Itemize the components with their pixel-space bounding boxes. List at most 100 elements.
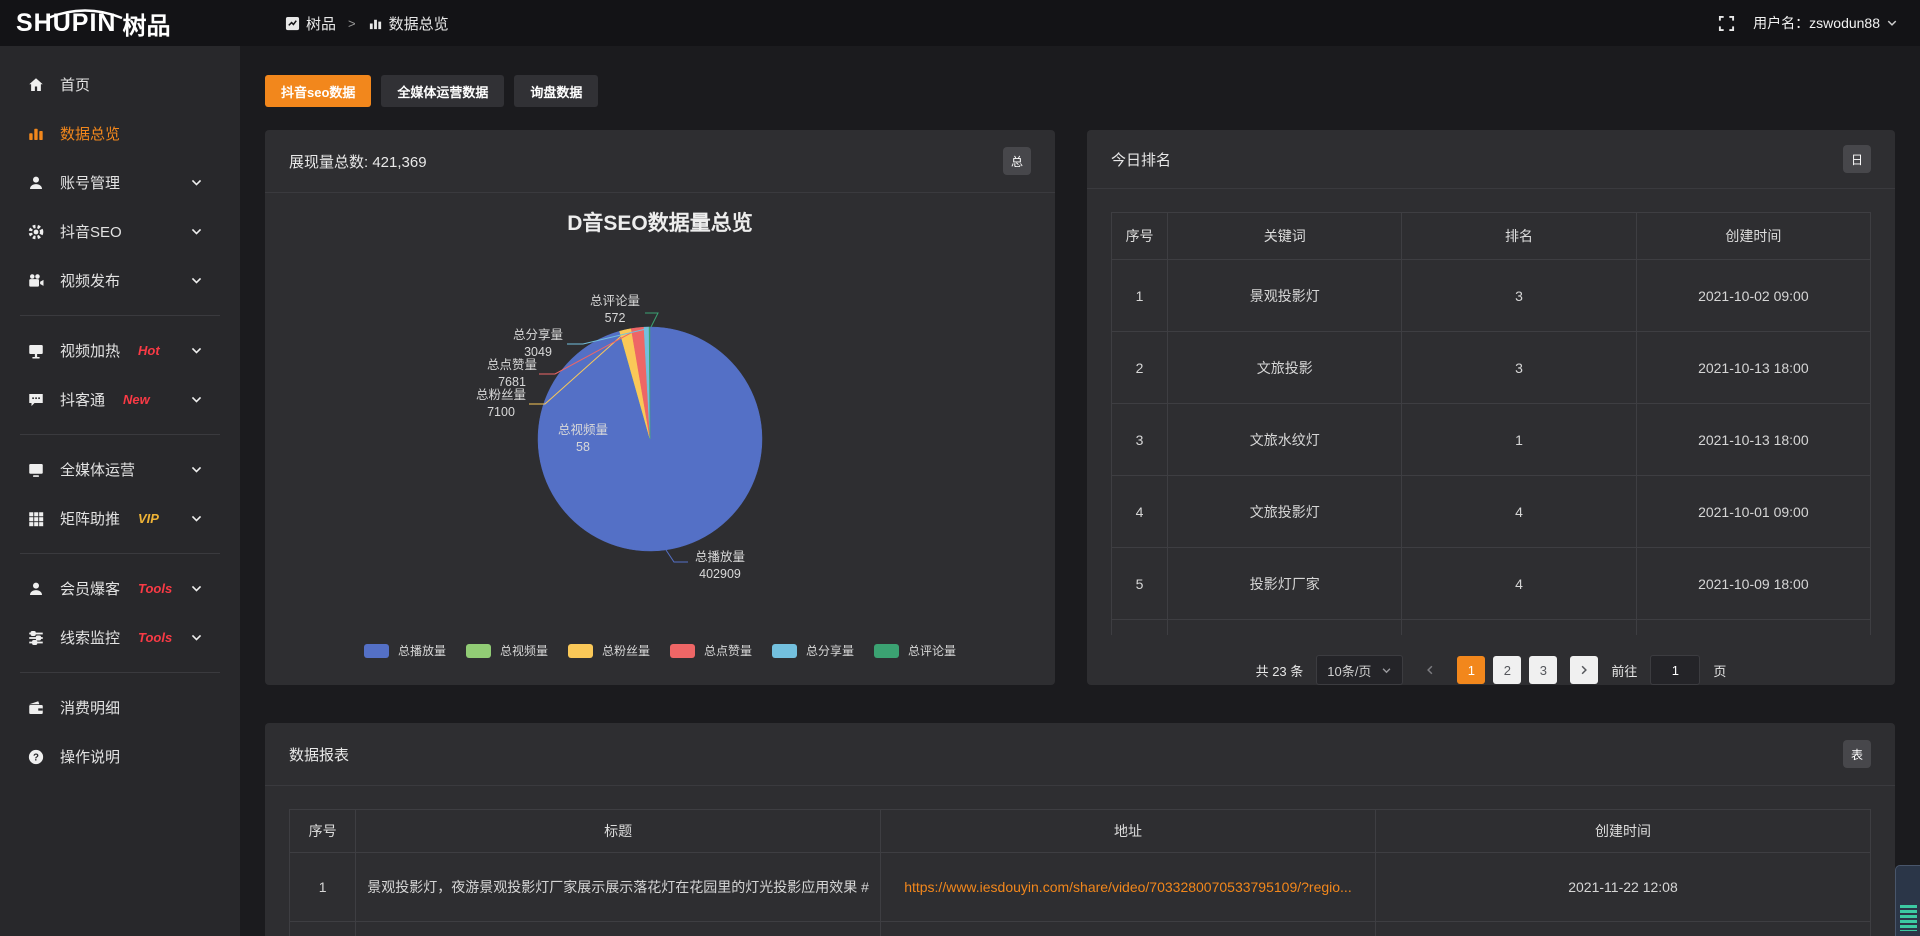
sidebar-item-video-publish[interactable]: 视频发布 <box>0 256 240 305</box>
legend-item-3[interactable]: 总点赞量 <box>670 642 752 659</box>
breadcrumb: 树品 > 数据总览 <box>285 13 449 34</box>
sidebar-item-clue-monitor[interactable]: 线索监控Tools <box>0 613 240 662</box>
page-unit-label: 页 <box>1713 661 1726 680</box>
sidebar-item-label: 首页 <box>60 74 90 95</box>
svg-text:?: ? <box>33 752 39 763</box>
overview-panel: 展现量总数: 421,369 总 D音SEO数据量总览 总播放量402909总视… <box>265 130 1055 685</box>
table-cell: 2 <box>1112 332 1168 404</box>
table-cell: 2021-10-01 09:00 <box>1636 476 1870 548</box>
table-cell <box>880 922 1375 936</box>
table-row[interactable]: 3文旅水纹灯12021-10-13 18:00 <box>1112 404 1871 476</box>
page-button-2[interactable]: 2 <box>1493 656 1521 684</box>
table-row[interactable]: 4文旅投影灯42021-10-01 09:00 <box>1112 476 1871 548</box>
table-row[interactable]: 1景观投影灯32021-10-02 09:00 <box>1112 260 1871 332</box>
sidebar-item-label: 会员爆客 <box>60 578 120 599</box>
pie-label-line-5 <box>645 313 658 327</box>
sidebar-divider <box>20 553 220 554</box>
report-url-link[interactable]: https://www.iesdouyin.com/share/video/70… <box>904 879 1352 895</box>
rank-column-header: 创建时间 <box>1636 213 1870 260</box>
tab-1[interactable]: 全媒体运营数据 <box>381 75 504 107</box>
overview-total-button[interactable]: 总 <box>1003 147 1031 175</box>
legend-swatch <box>670 644 695 658</box>
rank-column-header: 关键词 <box>1168 213 1402 260</box>
table-row[interactable]: 2文旅投影32021-10-13 18:00 <box>1112 332 1871 404</box>
legend-item-0[interactable]: 总播放量 <box>364 642 446 659</box>
sidebar-item-label: 抖音SEO <box>60 221 122 242</box>
table-row: 1景观投影灯，夜游景观投影灯厂家展示展示落花灯在花园里的灯光投影应用效果 #ht… <box>290 853 1871 922</box>
sidebar-item-douketong[interactable]: 抖客通New <box>0 375 240 424</box>
sidebar-item-label: 操作说明 <box>60 746 120 767</box>
page-button-1[interactable]: 1 <box>1457 656 1485 684</box>
table-cell <box>1375 922 1870 936</box>
user-menu[interactable]: 用户名：zswodun88 <box>1753 13 1898 33</box>
report-panel-title: 数据报表 <box>289 744 349 765</box>
table-cell: 4 <box>1402 476 1636 548</box>
breadcrumb-item-data-overview[interactable]: 数据总览 <box>368 13 449 34</box>
rank-panel: 今日排名 日 序号关键词排名创建时间 1景观投影灯32021-10-02 09:… <box>1087 130 1895 685</box>
table-cell: 3 <box>1112 404 1168 476</box>
goto-page-input[interactable] <box>1650 655 1700 685</box>
legend-swatch <box>874 644 899 658</box>
legend-item-1[interactable]: 总视频量 <box>466 642 548 659</box>
sidebar-item-label: 线索监控 <box>60 627 120 648</box>
sliders-icon <box>26 629 46 647</box>
chevron-down-icon <box>1381 665 1392 676</box>
chevron-down-icon <box>186 512 206 525</box>
app-logo[interactable]: SHUPIN 树品 <box>0 6 240 41</box>
question-icon: ? <box>26 748 46 766</box>
legend-item-2[interactable]: 总粉丝量 <box>568 642 650 659</box>
prev-page-button[interactable] <box>1416 656 1444 684</box>
page-button-3[interactable]: 3 <box>1529 656 1557 684</box>
rank-table: 序号关键词排名创建时间 1景观投影灯32021-10-02 09:002文旅投影… <box>1111 212 1871 635</box>
table-cell: 文旅投影 <box>1168 332 1402 404</box>
sidebar-item-member-burst[interactable]: 会员爆客Tools <box>0 564 240 613</box>
chevron-down-icon <box>1886 17 1898 29</box>
pagination-total: 共 23 条 <box>1256 661 1304 680</box>
report-title-cell: 景观投影灯，夜游景观投影灯厂家展示展示落花灯在花园里的灯光投影应用效果 # <box>356 853 881 922</box>
report-created-cell: 2021-11-22 12:08 <box>1375 853 1870 922</box>
chevron-down-icon <box>186 393 206 406</box>
rank-column-header: 排名 <box>1402 213 1636 260</box>
tab-2[interactable]: 询盘数据 <box>514 75 598 107</box>
table-cell: 2021-10-13 18:00 <box>1636 404 1870 476</box>
sidebar-item-matrix-boost[interactable]: 矩阵助推VIP <box>0 494 240 543</box>
chevron-down-icon <box>186 176 206 189</box>
sidebar-item-video-heat[interactable]: 视频加热Hot <box>0 326 240 375</box>
table-cell: 景观投影灯 <box>1168 260 1402 332</box>
page-size-select[interactable]: 10条/页 <box>1316 655 1403 685</box>
chevron-down-icon <box>186 225 206 238</box>
tab-0[interactable]: 抖音seo数据 <box>265 75 371 107</box>
rank-day-button[interactable]: 日 <box>1843 145 1871 173</box>
report-column-header: 地址 <box>880 810 1375 853</box>
report-column-header: 序号 <box>290 810 356 853</box>
pie-chart-svg[interactable] <box>265 193 1055 685</box>
sidebar-item-operation-help[interactable]: ? 操作说明 <box>0 732 240 781</box>
sidebar-item-badge: Hot <box>138 343 160 358</box>
sidebar-item-home[interactable]: 首页 <box>0 60 240 109</box>
sidebar-item-label: 视频发布 <box>60 270 120 291</box>
legend-label: 总播放量 <box>398 642 446 659</box>
fullscreen-icon[interactable] <box>1718 15 1735 32</box>
monitor-icon <box>26 461 46 479</box>
chevron-left-icon <box>1424 664 1436 676</box>
floating-widget[interactable] <box>1895 865 1920 936</box>
breadcrumb-label: 数据总览 <box>389 13 449 34</box>
next-page-button[interactable] <box>1570 656 1598 684</box>
rank-panel-title: 今日排名 <box>1111 149 1171 170</box>
breadcrumb-item-shupin[interactable]: 树品 <box>285 13 336 34</box>
sidebar-item-data-overview[interactable]: 数据总览 <box>0 109 240 158</box>
report-table-button[interactable]: 表 <box>1843 740 1871 768</box>
sidebar-item-consume-detail[interactable]: 消费明细 <box>0 683 240 732</box>
grid-icon <box>26 510 46 528</box>
sidebar-item-label: 抖客通 <box>60 389 105 410</box>
sidebar-item-omni-media[interactable]: 全媒体运营 <box>0 445 240 494</box>
data-source-tabs: 抖音seo数据全媒体运营数据询盘数据 <box>265 75 1895 107</box>
legend-item-4[interactable]: 总分享量 <box>772 642 854 659</box>
legend-item-5[interactable]: 总评论量 <box>874 642 956 659</box>
table-cell: 1 <box>1112 260 1168 332</box>
sidebar-item-douyin-seo[interactable]: 抖音SEO <box>0 207 240 256</box>
sidebar-item-label: 账号管理 <box>60 172 120 193</box>
table-row[interactable]: 5投影灯厂家42021-10-09 18:00 <box>1112 548 1871 620</box>
sidebar-item-account-manage[interactable]: 账号管理 <box>0 158 240 207</box>
legend-swatch <box>364 644 389 658</box>
